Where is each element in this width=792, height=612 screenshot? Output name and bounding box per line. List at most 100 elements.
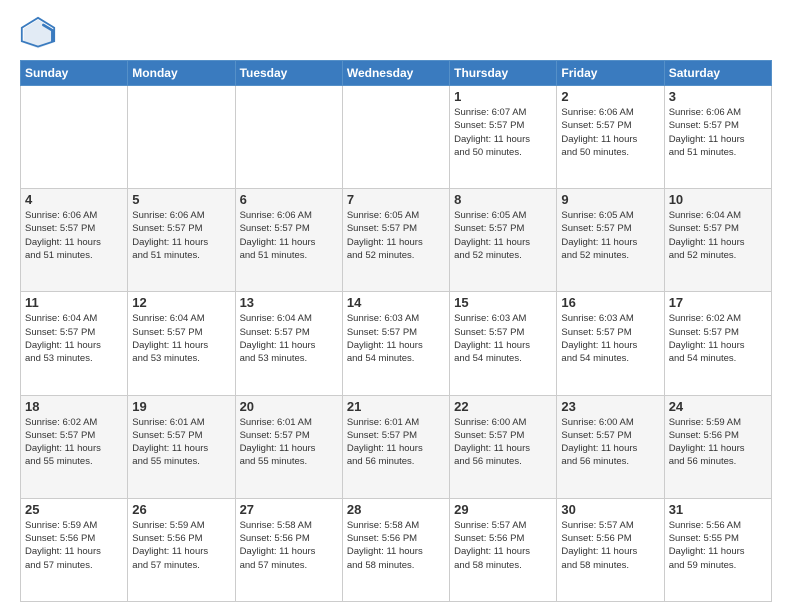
calendar-cell: 6 Sunrise: 6:06 AM Sunset: 5:57 PM Daylig… bbox=[235, 189, 342, 292]
calendar-week-3: 11 Sunrise: 6:04 AM Sunset: 5:57 PM Dayli… bbox=[21, 292, 772, 395]
calendar-cell: 28 Sunrise: 5:58 AM Sunset: 5:56 PM Dayli… bbox=[342, 498, 449, 601]
weekday-header-monday: Monday bbox=[128, 61, 235, 86]
day-number: 19 bbox=[132, 399, 230, 414]
cell-info: Sunrise: 6:02 AM Sunset: 5:57 PM Dayligh… bbox=[25, 416, 123, 469]
weekday-header-friday: Friday bbox=[557, 61, 664, 86]
cell-info: Sunrise: 6:04 AM Sunset: 5:57 PM Dayligh… bbox=[25, 312, 123, 365]
calendar-week-1: 1Sunrise: 6:07 AM Sunset: 5:57 PM Daylig… bbox=[21, 86, 772, 189]
day-number: 28 bbox=[347, 502, 445, 517]
calendar-cell bbox=[235, 86, 342, 189]
day-number: 26 bbox=[132, 502, 230, 517]
calendar-cell bbox=[21, 86, 128, 189]
calendar-cell: 29Sunrise: 5:57 AM Sunset: 5:56 PM Dayli… bbox=[450, 498, 557, 601]
weekday-header-sunday: Sunday bbox=[21, 61, 128, 86]
calendar-cell: 15 Sunrise: 6:03 AM Sunset: 5:57 PM Dayli… bbox=[450, 292, 557, 395]
calendar-cell: 31Sunrise: 5:56 AM Sunset: 5:55 PM Dayli… bbox=[664, 498, 771, 601]
calendar-cell: 10 Sunrise: 6:04 AM Sunset: 5:57 PM Dayli… bbox=[664, 189, 771, 292]
logo-icon bbox=[20, 16, 56, 52]
calendar-cell: 20 Sunrise: 6:01 AM Sunset: 5:57 PM Dayli… bbox=[235, 395, 342, 498]
cell-info: Sunrise: 6:04 AM Sunset: 5:57 PM Dayligh… bbox=[132, 312, 230, 365]
day-number: 15 bbox=[454, 295, 552, 310]
cell-info: Sunrise: 6:04 AM Sunset: 5:57 PM Dayligh… bbox=[240, 312, 338, 365]
cell-info: Sunrise: 6:00 AM Sunset: 5:57 PM Dayligh… bbox=[561, 416, 659, 469]
day-number: 17 bbox=[669, 295, 767, 310]
cell-info: Sunrise: 6:01 AM Sunset: 5:57 PM Dayligh… bbox=[132, 416, 230, 469]
calendar-cell: 17 Sunrise: 6:02 AM Sunset: 5:57 PM Dayli… bbox=[664, 292, 771, 395]
cell-info: Sunrise: 6:02 AM Sunset: 5:57 PM Dayligh… bbox=[669, 312, 767, 365]
cell-info: Sunrise: 6:03 AM Sunset: 5:57 PM Dayligh… bbox=[561, 312, 659, 365]
calendar-cell: 3Sunrise: 6:06 AM Sunset: 5:57 PM Daylig… bbox=[664, 86, 771, 189]
cell-info: Sunrise: 5:59 AM Sunset: 5:56 PM Dayligh… bbox=[669, 416, 767, 469]
day-number: 16 bbox=[561, 295, 659, 310]
calendar-cell: 1Sunrise: 6:07 AM Sunset: 5:57 PM Daylig… bbox=[450, 86, 557, 189]
weekday-header-saturday: Saturday bbox=[664, 61, 771, 86]
calendar-cell: 19 Sunrise: 6:01 AM Sunset: 5:57 PM Dayli… bbox=[128, 395, 235, 498]
cell-info: Sunrise: 6:05 AM Sunset: 5:57 PM Dayligh… bbox=[561, 209, 659, 262]
calendar-cell: 21 Sunrise: 6:01 AM Sunset: 5:57 PM Dayli… bbox=[342, 395, 449, 498]
weekday-header-thursday: Thursday bbox=[450, 61, 557, 86]
cell-info: Sunrise: 6:03 AM Sunset: 5:57 PM Dayligh… bbox=[347, 312, 445, 365]
cell-info: Sunrise: 6:03 AM Sunset: 5:57 PM Dayligh… bbox=[454, 312, 552, 365]
calendar-cell: 27 Sunrise: 5:58 AM Sunset: 5:56 PM Dayli… bbox=[235, 498, 342, 601]
day-number: 23 bbox=[561, 399, 659, 414]
calendar-header-row: SundayMondayTuesdayWednesdayThursdayFrid… bbox=[21, 61, 772, 86]
day-number: 9 bbox=[561, 192, 659, 207]
cell-info: Sunrise: 6:06 AM Sunset: 5:57 PM Dayligh… bbox=[25, 209, 123, 262]
cell-info: Sunrise: 6:00 AM Sunset: 5:57 PM Dayligh… bbox=[454, 416, 552, 469]
day-number: 24 bbox=[669, 399, 767, 414]
day-number: 18 bbox=[25, 399, 123, 414]
day-number: 2 bbox=[561, 89, 659, 104]
cell-info: Sunrise: 5:58 AM Sunset: 5:56 PM Dayligh… bbox=[240, 519, 338, 572]
day-number: 1 bbox=[454, 89, 552, 104]
day-number: 11 bbox=[25, 295, 123, 310]
day-number: 6 bbox=[240, 192, 338, 207]
cell-info: Sunrise: 6:01 AM Sunset: 5:57 PM Dayligh… bbox=[240, 416, 338, 469]
cell-info: Sunrise: 6:05 AM Sunset: 5:57 PM Dayligh… bbox=[347, 209, 445, 262]
calendar-cell: 8Sunrise: 6:05 AM Sunset: 5:57 PM Daylig… bbox=[450, 189, 557, 292]
weekday-header-wednesday: Wednesday bbox=[342, 61, 449, 86]
calendar-cell: 4 Sunrise: 6:06 AM Sunset: 5:57 PM Daylig… bbox=[21, 189, 128, 292]
day-number: 20 bbox=[240, 399, 338, 414]
cell-info: Sunrise: 5:59 AM Sunset: 5:56 PM Dayligh… bbox=[25, 519, 123, 572]
day-number: 27 bbox=[240, 502, 338, 517]
cell-info: Sunrise: 6:06 AM Sunset: 5:57 PM Dayligh… bbox=[132, 209, 230, 262]
calendar-week-2: 4 Sunrise: 6:06 AM Sunset: 5:57 PM Daylig… bbox=[21, 189, 772, 292]
calendar-cell: 11 Sunrise: 6:04 AM Sunset: 5:57 PM Dayli… bbox=[21, 292, 128, 395]
cell-info: Sunrise: 5:59 AM Sunset: 5:56 PM Dayligh… bbox=[132, 519, 230, 572]
calendar-cell: 2Sunrise: 6:06 AM Sunset: 5:57 PM Daylig… bbox=[557, 86, 664, 189]
cell-info: Sunrise: 6:04 AM Sunset: 5:57 PM Dayligh… bbox=[669, 209, 767, 262]
logo bbox=[20, 16, 60, 52]
cell-info: Sunrise: 6:06 AM Sunset: 5:57 PM Dayligh… bbox=[240, 209, 338, 262]
cell-info: Sunrise: 6:05 AM Sunset: 5:57 PM Dayligh… bbox=[454, 209, 552, 262]
calendar-cell: 24 Sunrise: 5:59 AM Sunset: 5:56 PM Dayli… bbox=[664, 395, 771, 498]
day-number: 4 bbox=[25, 192, 123, 207]
calendar-cell bbox=[128, 86, 235, 189]
cell-info: Sunrise: 5:57 AM Sunset: 5:56 PM Dayligh… bbox=[561, 519, 659, 572]
day-number: 10 bbox=[669, 192, 767, 207]
day-number: 21 bbox=[347, 399, 445, 414]
cell-info: Sunrise: 5:57 AM Sunset: 5:56 PM Dayligh… bbox=[454, 519, 552, 572]
calendar-week-4: 18 Sunrise: 6:02 AM Sunset: 5:57 PM Dayli… bbox=[21, 395, 772, 498]
calendar-cell: 25Sunrise: 5:59 AM Sunset: 5:56 PM Dayli… bbox=[21, 498, 128, 601]
calendar-cell: 14 Sunrise: 6:03 AM Sunset: 5:57 PM Dayli… bbox=[342, 292, 449, 395]
weekday-header-tuesday: Tuesday bbox=[235, 61, 342, 86]
cell-info: Sunrise: 6:01 AM Sunset: 5:57 PM Dayligh… bbox=[347, 416, 445, 469]
day-number: 3 bbox=[669, 89, 767, 104]
day-number: 14 bbox=[347, 295, 445, 310]
cell-info: Sunrise: 5:58 AM Sunset: 5:56 PM Dayligh… bbox=[347, 519, 445, 572]
calendar-cell: 26 Sunrise: 5:59 AM Sunset: 5:56 PM Dayli… bbox=[128, 498, 235, 601]
calendar-cell: 22Sunrise: 6:00 AM Sunset: 5:57 PM Dayli… bbox=[450, 395, 557, 498]
calendar-cell: 9 Sunrise: 6:05 AM Sunset: 5:57 PM Daylig… bbox=[557, 189, 664, 292]
calendar-cell: 7 Sunrise: 6:05 AM Sunset: 5:57 PM Daylig… bbox=[342, 189, 449, 292]
cell-info: Sunrise: 5:56 AM Sunset: 5:55 PM Dayligh… bbox=[669, 519, 767, 572]
day-number: 5 bbox=[132, 192, 230, 207]
calendar-cell: 18 Sunrise: 6:02 AM Sunset: 5:57 PM Dayli… bbox=[21, 395, 128, 498]
day-number: 13 bbox=[240, 295, 338, 310]
day-number: 7 bbox=[347, 192, 445, 207]
day-number: 30 bbox=[561, 502, 659, 517]
calendar-cell: 23 Sunrise: 6:00 AM Sunset: 5:57 PM Dayli… bbox=[557, 395, 664, 498]
page: SundayMondayTuesdayWednesdayThursdayFrid… bbox=[0, 0, 792, 612]
calendar-week-5: 25Sunrise: 5:59 AM Sunset: 5:56 PM Dayli… bbox=[21, 498, 772, 601]
calendar-cell: 13 Sunrise: 6:04 AM Sunset: 5:57 PM Dayli… bbox=[235, 292, 342, 395]
calendar-cell: 12Sunrise: 6:04 AM Sunset: 5:57 PM Dayli… bbox=[128, 292, 235, 395]
